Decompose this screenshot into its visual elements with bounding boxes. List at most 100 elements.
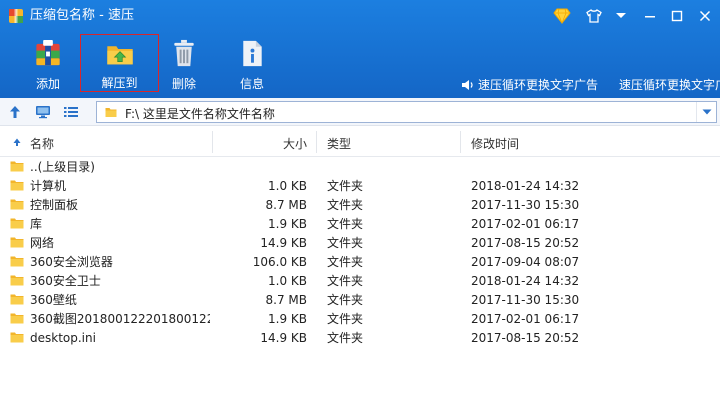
path-dropdown-button[interactable] bbox=[696, 102, 716, 122]
delete-button-label: 删除 bbox=[171, 77, 196, 91]
path-input[interactable]: F:\ 这里是文件名称文件名称 bbox=[96, 101, 717, 123]
file-modified: 2017-08-15 20:52 bbox=[471, 236, 580, 250]
path-text: F:\ 这里是文件名称文件名称 bbox=[125, 107, 275, 121]
title-bar[interactable]: 压缩包名称 - 速压 bbox=[0, 0, 720, 32]
table-row[interactable]: 控制面板 8.7 MB 文件夹 2017-11-30 15:30 bbox=[0, 195, 720, 214]
maximize-icon bbox=[671, 10, 683, 22]
file-size: 8.7 MB bbox=[265, 198, 307, 212]
menu-button[interactable] bbox=[610, 6, 632, 26]
folder-icon bbox=[10, 313, 24, 324]
monitor-icon bbox=[36, 106, 50, 119]
extract-to-button[interactable]: 解压到 bbox=[80, 34, 159, 92]
folder-icon bbox=[10, 218, 24, 229]
file-size: 1.0 KB bbox=[268, 179, 307, 193]
file-name: 360安全卫士 bbox=[30, 274, 101, 288]
list-icon bbox=[64, 107, 78, 117]
file-modified: 2017-02-01 06:17 bbox=[471, 312, 580, 326]
arrow-up-icon bbox=[10, 106, 20, 118]
column-divider[interactable] bbox=[460, 131, 461, 153]
file-modified: 2017-02-01 06:17 bbox=[471, 217, 580, 231]
skin-button[interactable] bbox=[583, 6, 605, 26]
column-divider[interactable] bbox=[212, 131, 213, 153]
file-name: 库 bbox=[30, 217, 43, 231]
file-name: 网络 bbox=[30, 236, 55, 250]
file-type: 文件夹 bbox=[327, 236, 364, 250]
chevron-down-icon bbox=[616, 13, 626, 18]
folder-icon bbox=[10, 199, 24, 210]
file-name: 360壁纸 bbox=[30, 293, 77, 307]
speaker-icon bbox=[462, 79, 473, 90]
file-type: 文件夹 bbox=[327, 331, 364, 345]
file-type: 文件夹 bbox=[327, 217, 364, 231]
file-name: desktop.ini bbox=[30, 331, 96, 345]
folder-icon bbox=[10, 237, 24, 248]
table-row[interactable]: 360截图201800122201800122... 1.9 KB 文件夹 20… bbox=[0, 309, 720, 328]
folder-icon bbox=[10, 294, 24, 305]
list-view-button[interactable] bbox=[62, 103, 80, 121]
info-button[interactable]: 信息 bbox=[224, 34, 280, 92]
diamond-icon bbox=[553, 8, 571, 24]
file-modified: 2017-09-04 08:07 bbox=[471, 255, 580, 269]
tshirt-icon bbox=[586, 9, 602, 23]
file-type: 文件夹 bbox=[327, 255, 364, 269]
ad-banner-2[interactable]: 速压循环更换文字广告 bbox=[619, 76, 720, 93]
table-row[interactable]: 360安全浏览器 106.0 KB 文件夹 2017-09-04 08:07 bbox=[0, 252, 720, 271]
column-header-type[interactable]: 类型 bbox=[327, 135, 351, 152]
top-bar: 压缩包名称 - 速压 添加 解压到 删除 信息 速压循环更换文字广告 速压循环更… bbox=[0, 0, 720, 98]
file-name: ..(上级目录) bbox=[30, 160, 95, 174]
file-size: 1.0 KB bbox=[268, 274, 307, 288]
extract-folder-icon bbox=[106, 46, 133, 65]
minimize-button[interactable] bbox=[639, 6, 661, 26]
delete-button[interactable]: 删除 bbox=[156, 34, 212, 92]
file-size: 14.9 KB bbox=[260, 331, 307, 345]
minimize-icon bbox=[645, 16, 655, 18]
file-size: 14.9 KB bbox=[260, 236, 307, 250]
folder-icon bbox=[10, 256, 24, 267]
file-size: 8.7 MB bbox=[265, 293, 307, 307]
file-list: ..(上级目录) 计算机 1.0 KB 文件夹 2018-01-24 14:32… bbox=[0, 157, 720, 347]
info-button-label: 信息 bbox=[239, 77, 264, 91]
column-header-modified[interactable]: 修改时间 bbox=[471, 135, 519, 152]
up-level-button[interactable] bbox=[6, 103, 24, 121]
add-archive-icon bbox=[36, 39, 60, 66]
table-row[interactable]: ..(上级目录) bbox=[0, 157, 720, 176]
column-divider[interactable] bbox=[316, 131, 317, 153]
folder-icon bbox=[10, 332, 24, 343]
folder-icon bbox=[10, 161, 24, 172]
extract-to-button-label: 解压到 bbox=[101, 76, 138, 90]
table-row[interactable]: 网络 14.9 KB 文件夹 2017-08-15 20:52 bbox=[0, 233, 720, 252]
file-type: 文件夹 bbox=[327, 312, 364, 326]
table-row[interactable]: desktop.ini 14.9 KB 文件夹 2017-08-15 20:52 bbox=[0, 328, 720, 347]
table-row[interactable]: 360壁纸 8.7 MB 文件夹 2017-11-30 15:30 bbox=[0, 290, 720, 309]
list-header: 名称 大小 类型 修改时间 bbox=[0, 127, 720, 157]
column-header-name[interactable]: 名称 bbox=[30, 135, 54, 152]
vip-diamond-button[interactable] bbox=[551, 6, 573, 26]
file-modified: 2018-01-24 14:32 bbox=[471, 179, 580, 193]
close-button[interactable] bbox=[694, 6, 716, 26]
file-name: 计算机 bbox=[30, 179, 67, 193]
chevron-down-icon bbox=[702, 109, 711, 115]
file-name: 控制面板 bbox=[30, 198, 79, 212]
add-button[interactable]: 添加 bbox=[20, 34, 76, 92]
maximize-button[interactable] bbox=[666, 6, 688, 26]
file-type: 文件夹 bbox=[327, 293, 364, 307]
computer-button[interactable] bbox=[34, 103, 52, 121]
close-icon bbox=[699, 10, 711, 22]
add-button-label: 添加 bbox=[35, 77, 60, 91]
file-size: 106.0 KB bbox=[252, 255, 307, 269]
ad-text-2: 速压循环更换文字广告 bbox=[619, 78, 720, 92]
folder-icon bbox=[10, 275, 24, 286]
file-size: 1.9 KB bbox=[268, 217, 307, 231]
table-row[interactable]: 库 1.9 KB 文件夹 2017-02-01 06:17 bbox=[0, 214, 720, 233]
file-type: 文件夹 bbox=[327, 179, 364, 193]
folder-icon bbox=[105, 108, 117, 117]
file-type: 文件夹 bbox=[327, 198, 364, 212]
app-logo-icon bbox=[9, 9, 23, 23]
file-modified: 2017-11-30 15:30 bbox=[471, 198, 580, 212]
ad-banner-1[interactable]: 速压循环更换文字广告 bbox=[461, 76, 598, 93]
info-document-icon bbox=[243, 40, 262, 67]
table-row[interactable]: 计算机 1.0 KB 文件夹 2018-01-24 14:32 bbox=[0, 176, 720, 195]
file-type: 文件夹 bbox=[327, 274, 364, 288]
column-header-size[interactable]: 大小 bbox=[283, 135, 307, 152]
table-row[interactable]: 360安全卫士 1.0 KB 文件夹 2018-01-24 14:32 bbox=[0, 271, 720, 290]
